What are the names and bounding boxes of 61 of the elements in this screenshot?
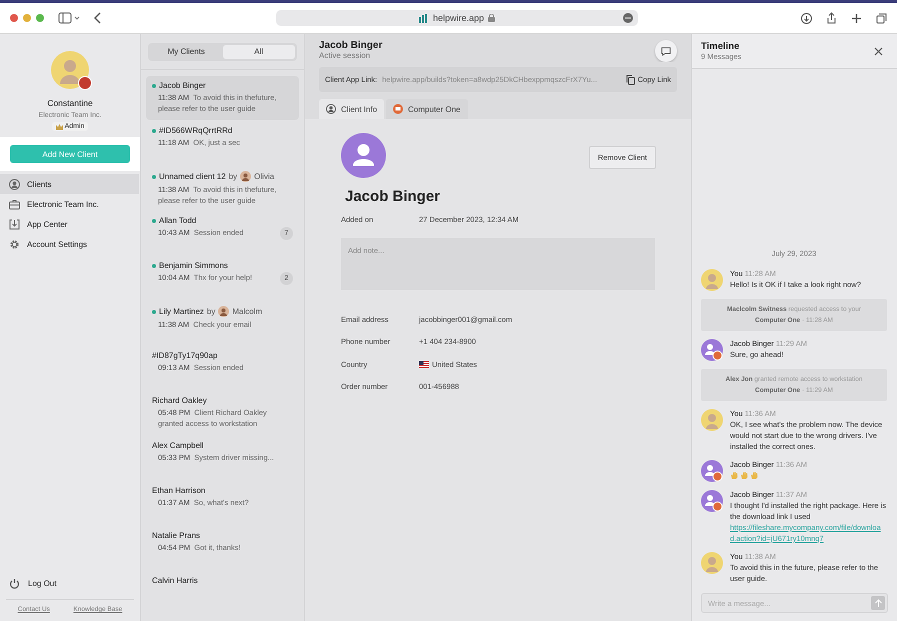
client-title: Jacob Binger xyxy=(345,188,442,205)
user-icon xyxy=(9,178,20,190)
client-name: Benjamin Simmons xyxy=(159,261,228,270)
by-label: by xyxy=(228,172,238,181)
download-icon xyxy=(9,218,20,230)
power-icon xyxy=(9,578,20,588)
detail-tab[interactable]: Client Info xyxy=(319,99,384,119)
more-icon[interactable] xyxy=(623,13,633,23)
client-name: Lily Martinez xyxy=(159,307,204,316)
client-name: Allan Todd xyxy=(159,216,196,225)
log-out-item[interactable]: Log Out xyxy=(0,573,140,593)
client-name: Alex Campbell xyxy=(152,441,204,450)
sidebar-toggle-icon[interactable] xyxy=(58,12,80,24)
sidebar-item[interactable]: App Center xyxy=(0,214,139,234)
new-tab-icon[interactable] xyxy=(851,12,862,24)
close-icon[interactable] xyxy=(874,47,883,56)
share-icon[interactable] xyxy=(826,12,837,24)
computer-icon xyxy=(393,104,404,114)
clapping-hands-icon xyxy=(730,471,759,480)
agent-name: Malcolm xyxy=(232,307,262,316)
close-window-icon[interactable] xyxy=(10,14,18,22)
by-label: by xyxy=(206,307,216,316)
address-text: helpwire.app xyxy=(432,13,484,23)
client-avatar xyxy=(341,133,386,178)
chat-button[interactable] xyxy=(655,40,677,62)
tabs-overview-icon[interactable] xyxy=(876,12,887,24)
briefcase-icon xyxy=(9,198,20,210)
detail-tab[interactable]: Computer One xyxy=(386,99,468,119)
site-logo-icon xyxy=(418,14,429,22)
user-icon xyxy=(326,104,336,114)
user-avatar xyxy=(51,51,93,91)
client-name: Calvin Harris xyxy=(152,576,198,585)
copy-icon xyxy=(626,74,635,84)
user-name: Constantine xyxy=(47,98,93,108)
back-icon[interactable] xyxy=(94,12,102,24)
address-bar[interactable]: helpwire.app xyxy=(276,10,638,26)
client-name: #ID566WRqQrrtRRd xyxy=(159,126,232,135)
client-name: Natalie Prans xyxy=(152,531,200,540)
timeline-title: Timeline xyxy=(701,41,740,52)
filter-tab[interactable]: All xyxy=(222,44,295,58)
agent-avatar xyxy=(240,171,252,182)
client-list-item[interactable]: Calvin Harris xyxy=(146,571,299,615)
session-status: Active session xyxy=(319,51,372,60)
sidebar-item[interactable]: Clients xyxy=(0,174,139,194)
arrow-up-icon xyxy=(874,599,882,607)
client-name: Ethan Harrison xyxy=(152,486,206,495)
settings-icon xyxy=(9,238,20,250)
client-name: #ID87gTy17q90ap xyxy=(152,351,218,360)
lock-icon xyxy=(488,14,496,22)
client-name: Jacob Binger xyxy=(159,81,206,90)
filter-tab[interactable]: My Clients xyxy=(150,44,222,58)
agent-name: Olivia xyxy=(254,172,274,181)
download-icon[interactable] xyxy=(801,12,812,24)
agent-avatar xyxy=(218,306,230,317)
sidebar-item[interactable]: Account Settings xyxy=(0,234,139,254)
client-name: Richard Oakley xyxy=(152,396,207,405)
crown-icon xyxy=(56,124,63,130)
client-name: Unnamed client 12 xyxy=(159,172,226,181)
client-name-heading: Jacob Binger xyxy=(319,40,382,51)
sidebar-item[interactable]: Electronic Team Inc. xyxy=(0,194,139,214)
chat-icon xyxy=(661,46,671,56)
